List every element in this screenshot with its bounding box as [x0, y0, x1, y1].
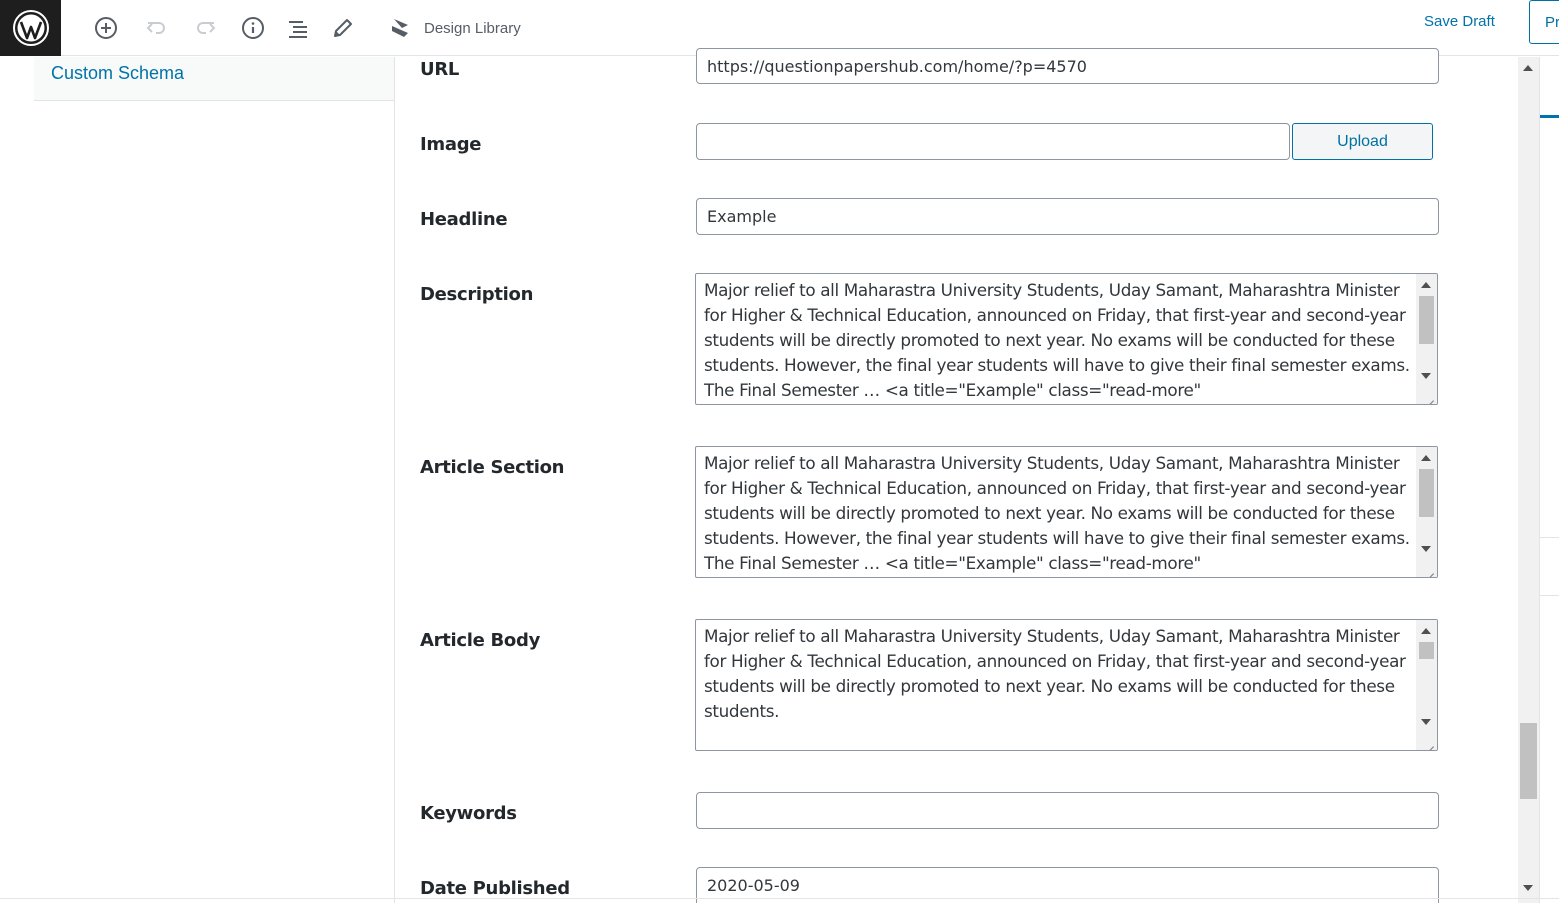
sidebar-item-custom-schema[interactable]: Custom Schema — [34, 57, 394, 101]
redo-icon — [197, 22, 216, 34]
article-body-scrollbar[interactable] — [1416, 620, 1437, 731]
resize-handle-icon[interactable] — [1416, 556, 1437, 577]
upload-button[interactable]: Upload — [1292, 123, 1433, 160]
description-textarea[interactable]: Major relief to all Maharastra Universit… — [695, 273, 1438, 405]
description-value: Major relief to all Maharastra Universit… — [704, 280, 1415, 400]
url-value: https://questionpapershub.com/home/?p=45… — [707, 57, 1087, 76]
scroll-down-icon[interactable] — [1421, 719, 1431, 725]
scroll-up-icon[interactable] — [1523, 65, 1533, 71]
image-label: Image — [420, 134, 482, 155]
resize-handle-icon[interactable] — [1416, 729, 1437, 750]
settings-panel-edge — [1539, 57, 1559, 903]
scroll-down-icon[interactable] — [1523, 885, 1533, 891]
save-draft-button[interactable]: Save Draft — [1424, 13, 1495, 31]
article-section-label: Article Section — [420, 457, 565, 478]
headline-value: Example — [707, 207, 777, 226]
scroll-thumb[interactable] — [1419, 642, 1434, 659]
scroll-thumb[interactable] — [1419, 296, 1434, 344]
info-icon — [242, 17, 264, 39]
date-published-value: 2020-05-09 — [707, 876, 800, 895]
description-label: Description — [420, 284, 534, 305]
content-info-button[interactable] — [231, 6, 275, 50]
scroll-thumb[interactable] — [1419, 469, 1434, 517]
scroll-up-icon[interactable] — [1421, 628, 1431, 634]
image-input[interactable] — [696, 123, 1290, 160]
article-body-label: Article Body — [420, 630, 541, 651]
divider — [0, 898, 1559, 899]
pencil-icon — [334, 19, 352, 37]
article-section-textarea[interactable]: Major relief to all Maharastra Universit… — [695, 446, 1438, 578]
keywords-input[interactable] — [696, 792, 1439, 829]
plus-circle-icon — [95, 17, 117, 39]
tools-button[interactable] — [321, 6, 365, 50]
scroll-up-icon[interactable] — [1421, 455, 1431, 461]
headline-input[interactable]: Example — [696, 198, 1439, 235]
undo-icon — [146, 22, 165, 34]
description-scrollbar[interactable] — [1416, 274, 1437, 385]
active-tab-indicator — [1540, 115, 1559, 118]
wordpress-logo-icon[interactable] — [0, 0, 61, 56]
add-block-button[interactable] — [84, 6, 128, 50]
design-library-label: Design Library — [424, 19, 521, 37]
scroll-up-icon[interactable] — [1421, 282, 1431, 288]
preview-button[interactable]: Pr — [1529, 0, 1559, 44]
scroll-down-icon[interactable] — [1421, 546, 1431, 552]
divider — [1540, 595, 1559, 596]
preview-label: Pr — [1545, 14, 1559, 31]
scroll-down-icon[interactable] — [1421, 373, 1431, 379]
page-scrollbar[interactable] — [1518, 57, 1539, 903]
sidebar-item-label: Custom Schema — [51, 63, 185, 83]
list-icon — [289, 21, 307, 38]
schema-sidebar: Custom Schema — [0, 57, 395, 903]
block-navigation-button[interactable] — [276, 6, 320, 50]
divider — [1540, 537, 1559, 538]
article-body-value: Major relief to all Maharastra Universit… — [704, 626, 1411, 721]
url-label: URL — [420, 59, 460, 80]
headline-label: Headline — [420, 209, 508, 230]
url-input[interactable]: https://questionpapershub.com/home/?p=45… — [696, 48, 1439, 84]
design-library-button[interactable]: Design Library — [388, 10, 521, 46]
redo-button[interactable] — [184, 6, 228, 50]
undo-button[interactable] — [134, 6, 178, 50]
scroll-thumb[interactable] — [1520, 723, 1537, 799]
date-published-label: Date Published — [420, 878, 570, 899]
resize-handle-icon[interactable] — [1416, 383, 1437, 404]
article-section-scrollbar[interactable] — [1416, 447, 1437, 558]
stackable-logo-icon — [392, 19, 408, 37]
keywords-label: Keywords — [420, 803, 517, 824]
article-body-textarea[interactable]: Major relief to all Maharastra Universit… — [695, 619, 1438, 751]
article-section-value: Major relief to all Maharastra Universit… — [704, 453, 1415, 573]
